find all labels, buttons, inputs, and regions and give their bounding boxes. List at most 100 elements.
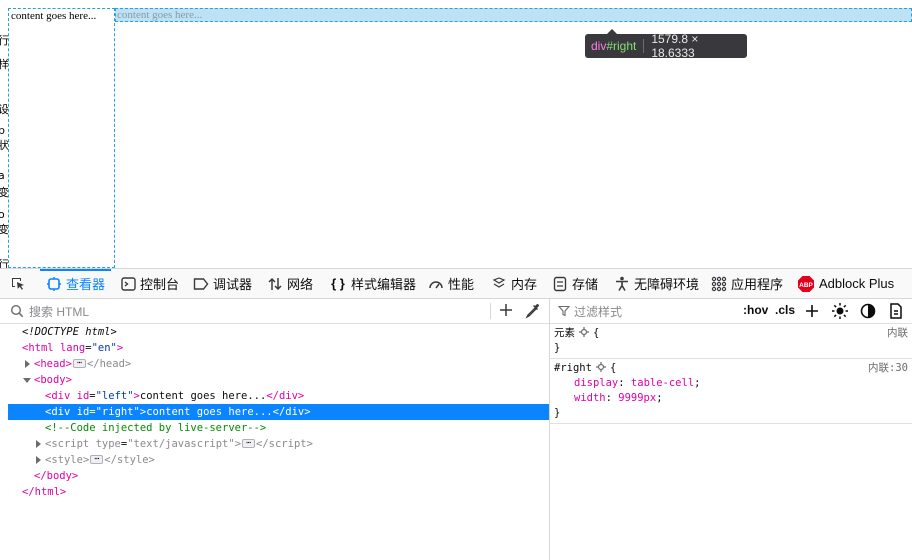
element-picker-button[interactable] bbox=[10, 269, 30, 298]
tree-node-body[interactable]: <body> bbox=[0, 372, 549, 388]
tree-node-div-right-selected[interactable]: <div id="right">content goes here...</di… bbox=[8, 404, 549, 420]
tab-performance[interactable]: 性能 bbox=[428, 269, 474, 298]
filter-icon bbox=[558, 305, 570, 317]
div-right-text: content goes here... bbox=[117, 9, 203, 21]
tab-application[interactable]: 应用程序 bbox=[711, 269, 783, 298]
tab-label: 网络 bbox=[287, 277, 314, 292]
inspector-icon bbox=[46, 276, 62, 292]
collapsed-ellipsis-icon[interactable]: ⋯ bbox=[72, 358, 86, 368]
tooltip-tag: div bbox=[591, 39, 607, 53]
tooltip-dimensions: 1579.8 × 18.6333 bbox=[651, 32, 699, 60]
rule-source[interactable]: 内联 bbox=[887, 326, 908, 341]
html-search-bar bbox=[0, 299, 549, 324]
tab-accessibility[interactable]: 无障碍环境 bbox=[614, 269, 699, 298]
div-left-text: content goes here... bbox=[11, 10, 97, 22]
network-icon bbox=[267, 276, 283, 292]
gear-icon[interactable] bbox=[579, 327, 589, 337]
add-rule-icon[interactable] bbox=[803, 302, 821, 320]
collapsed-ellipsis-icon[interactable]: ⋯ bbox=[242, 438, 256, 448]
declaration-display[interactable]: display: table-cell; bbox=[554, 376, 908, 391]
svg-text:ABP: ABP bbox=[799, 282, 813, 289]
gear-icon[interactable] bbox=[595, 362, 606, 372]
tree-node-style[interactable]: <style> ⋯ </style> bbox=[0, 452, 549, 468]
markup-pane: <!DOCTYPE html> <html lang="en"> <head>⋯… bbox=[0, 299, 550, 560]
div-left-highlight[interactable]: content goes here... bbox=[8, 8, 115, 268]
tab-console[interactable]: 控制台 bbox=[120, 269, 179, 298]
tab-label: 控制台 bbox=[140, 277, 180, 292]
debugger-icon bbox=[193, 276, 209, 292]
search-icon bbox=[10, 304, 24, 318]
clipped-page-text: o bbox=[0, 208, 5, 221]
light-theme-icon[interactable] bbox=[831, 302, 849, 320]
application-icon bbox=[711, 276, 727, 292]
tab-label: 无障碍环境 bbox=[634, 277, 700, 292]
tab-network[interactable]: 网络 bbox=[267, 269, 313, 298]
clipped-page-text: i bbox=[0, 234, 1, 247]
hover-state-toggle[interactable]: :hov bbox=[743, 303, 768, 317]
tab-label: 性能 bbox=[448, 277, 475, 292]
tree-node-div-left[interactable]: <div id="left">content goes here...</div… bbox=[0, 388, 549, 404]
tree-node-script[interactable]: <script type="text/javascript"> ⋯ </script… bbox=[0, 436, 549, 452]
tree-node-head[interactable]: <head> ⋯ </head> bbox=[0, 356, 549, 372]
clipped-page-text: 变 bbox=[0, 186, 8, 199]
abp-icon: ABP bbox=[797, 275, 815, 293]
expand-toggle-icon[interactable] bbox=[36, 456, 41, 464]
tab-style-editor[interactable]: { } 样式编辑器 bbox=[329, 269, 416, 298]
markup-tree: <!DOCTYPE html> <html lang="en"> <head> ⋯… bbox=[0, 324, 549, 500]
tab-debugger[interactable]: 调试器 bbox=[193, 269, 252, 298]
pick-element-icon bbox=[10, 276, 26, 292]
style-editor-icon: { } bbox=[331, 276, 345, 291]
clipped-page-text: 行 bbox=[0, 34, 8, 47]
tab-inspector[interactable]: 查看器 bbox=[39, 269, 112, 298]
rules-pane: :hov .cls 元素{ 内联 } #right{ 内联:30 display… bbox=[550, 299, 912, 560]
memory-icon bbox=[491, 276, 507, 292]
styles-filter-input[interactable] bbox=[572, 302, 736, 321]
eyedropper-icon[interactable] bbox=[524, 302, 542, 320]
rule-right[interactable]: #right{ 内联:30 display: table-cell; width… bbox=[550, 359, 912, 424]
collapsed-ellipsis-icon[interactable]: ⋯ bbox=[90, 454, 104, 464]
expand-toggle-icon[interactable] bbox=[25, 360, 30, 368]
left-edge-text-strip: 行样设p状a变o变i行 bbox=[0, 24, 8, 268]
tab-label: 调试器 bbox=[213, 277, 253, 292]
clipped-page-text: p bbox=[0, 124, 5, 137]
clipped-page-text: 行 bbox=[0, 258, 8, 268]
clipped-page-text: 变 bbox=[0, 223, 8, 236]
search-separator bbox=[490, 303, 491, 319]
clipped-page-text: 状 bbox=[0, 139, 8, 152]
declaration-width[interactable]: width: 9999px; bbox=[554, 391, 908, 406]
devtools-panel: 查看器 控制台 调试器 网络 { } 样式编辑器 性能 内存 存储 无障碍环境 … bbox=[0, 268, 912, 560]
tab-label: 样式编辑器 bbox=[351, 277, 417, 292]
add-node-icon[interactable] bbox=[497, 301, 515, 319]
rule-element[interactable]: 元素{ 内联 } bbox=[550, 324, 912, 359]
tree-node-html[interactable]: <html lang="en"> bbox=[0, 340, 549, 356]
tooltip-separator bbox=[643, 39, 645, 53]
rule-selector: 元素 bbox=[554, 327, 575, 339]
expand-toggle-icon[interactable] bbox=[36, 440, 41, 448]
html-search-input[interactable] bbox=[27, 302, 471, 321]
tab-memory[interactable]: 内存 bbox=[491, 269, 537, 298]
tree-node-body-close[interactable]: </body> bbox=[0, 468, 549, 484]
performance-icon bbox=[428, 276, 444, 292]
tree-node-html-close[interactable]: </html> bbox=[0, 484, 549, 500]
rule-source[interactable]: 内联:30 bbox=[868, 361, 908, 376]
tree-node-doctype[interactable]: <!DOCTYPE html> bbox=[0, 324, 549, 340]
storage-icon bbox=[552, 276, 568, 292]
class-toggle[interactable]: .cls bbox=[775, 303, 795, 317]
console-icon bbox=[120, 276, 136, 292]
clipped-page-text: 样 bbox=[0, 58, 8, 71]
tab-label: 存储 bbox=[572, 277, 599, 292]
tree-node-comment[interactable]: <!--Code injected by live-server--> bbox=[0, 420, 549, 436]
clipped-page-text: 设 bbox=[0, 103, 8, 116]
tab-label: 内存 bbox=[511, 277, 538, 292]
styles-filter-bar: :hov .cls bbox=[550, 299, 912, 324]
dark-theme-icon[interactable] bbox=[859, 302, 877, 320]
tab-adblock-plus[interactable]: ABP Adblock Plus bbox=[797, 269, 894, 298]
print-media-icon[interactable] bbox=[887, 302, 905, 320]
tab-storage[interactable]: 存储 bbox=[552, 269, 598, 298]
tab-label: 应用程序 bbox=[731, 277, 784, 292]
rule-selector: #right bbox=[554, 362, 592, 374]
clipped-page-text: a bbox=[0, 169, 5, 182]
collapse-toggle-icon[interactable] bbox=[23, 378, 31, 383]
div-right-highlight[interactable]: content goes here... bbox=[115, 8, 912, 22]
element-infobar-tooltip: div #right 1579.8 × 18.6333 bbox=[585, 29, 747, 60]
